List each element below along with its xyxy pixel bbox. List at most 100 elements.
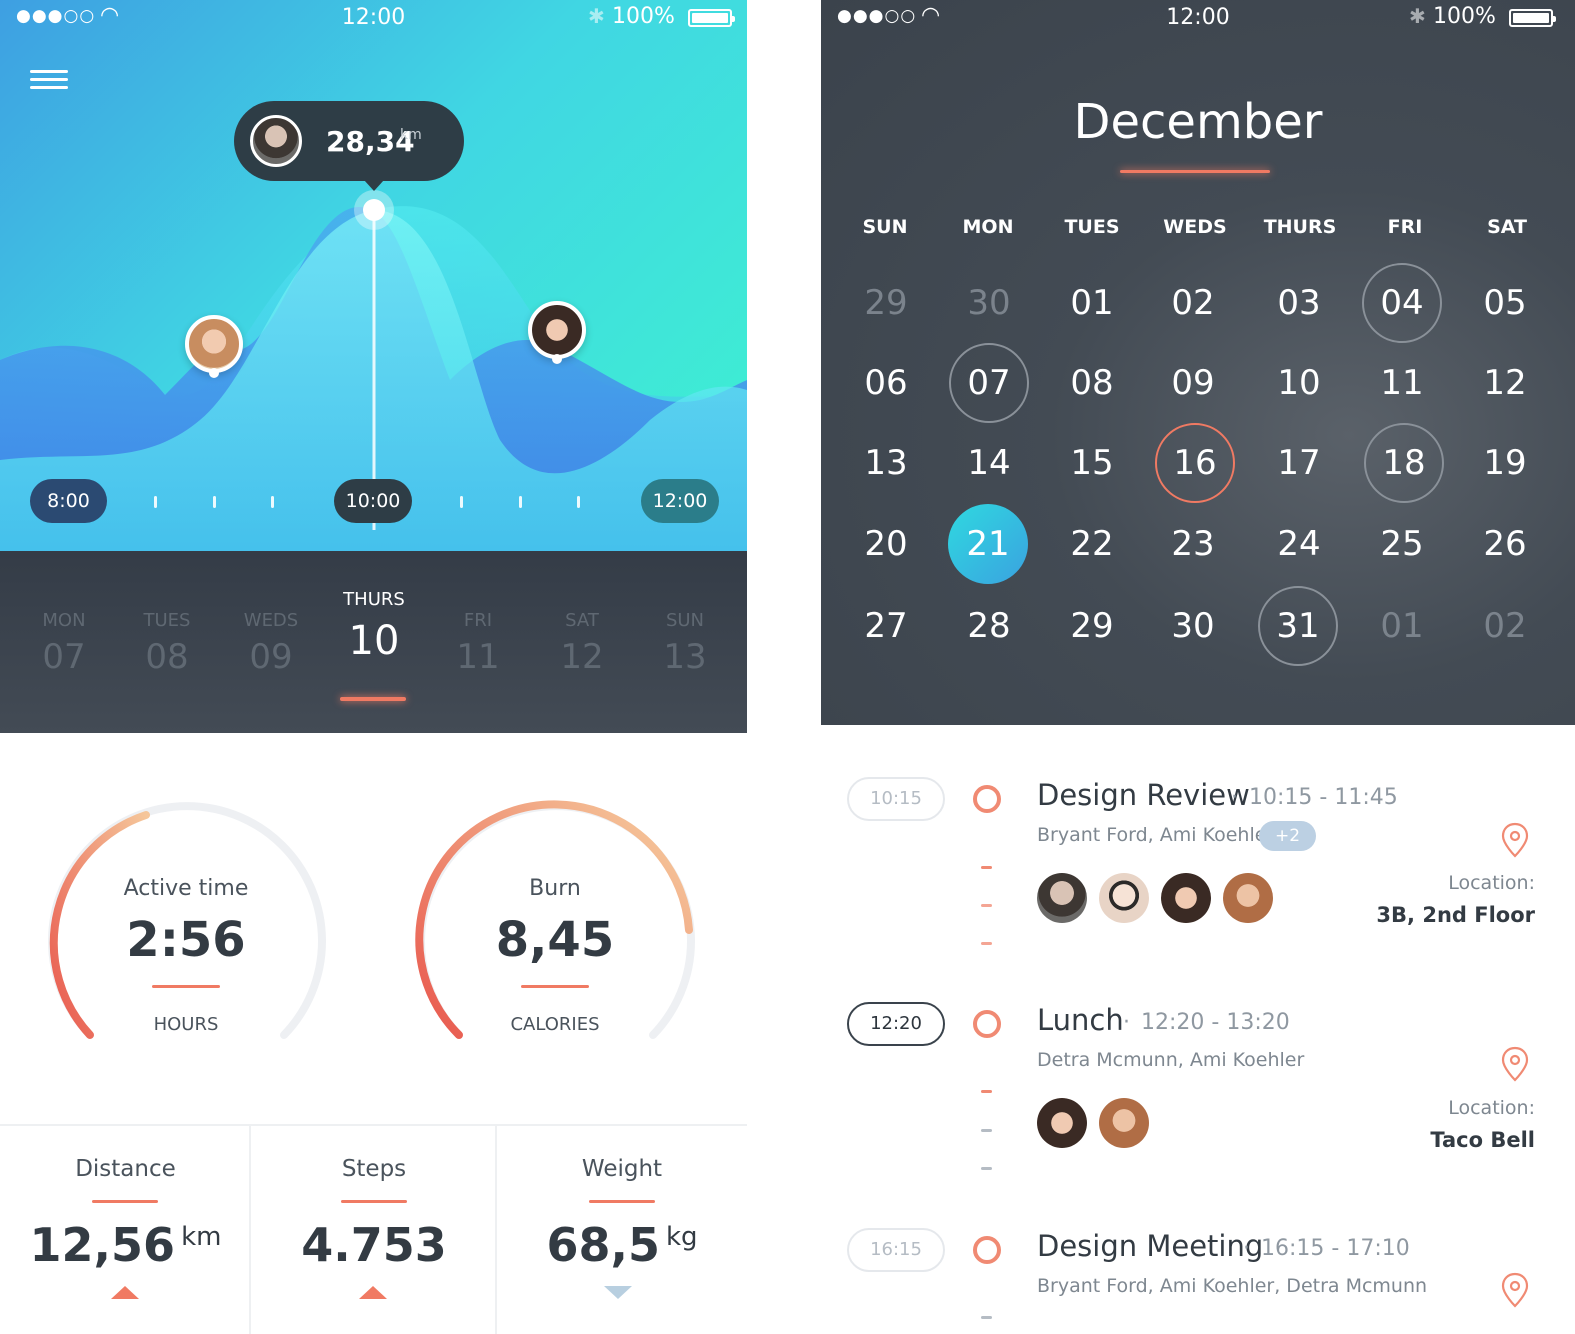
avatar[interactable]	[1037, 1098, 1087, 1148]
event-time-pill[interactable]: 16:15	[847, 1228, 945, 1272]
calendar-day-with-event[interactable]: 07	[949, 343, 1029, 423]
weight-stat[interactable]: Weight 68,5 kg	[497, 1126, 747, 1334]
friend-avatar[interactable]	[185, 315, 243, 378]
event-title[interactable]: Design Meeting	[1037, 1229, 1263, 1263]
event-marker	[973, 1236, 1001, 1264]
timeline-tick	[271, 496, 274, 508]
day-sun[interactable]: SUN 13	[635, 610, 735, 677]
calendar-day[interactable]: 01	[1052, 263, 1132, 343]
avatar[interactable]	[1099, 873, 1149, 923]
time-pill-current[interactable]: 10:00	[334, 479, 412, 523]
calendar-day[interactable]: 03	[1259, 263, 1339, 343]
calendar-day[interactable]: 22	[1052, 504, 1132, 584]
calendar-day[interactable]: 10	[1259, 343, 1339, 423]
day-name: THURS	[343, 589, 405, 610]
calendar-day[interactable]: 12	[1465, 343, 1545, 423]
event-time-pill[interactable]: 10:15	[847, 777, 945, 821]
calendar-panel: ●●●○○ ◠ 12:00 ✱ 100% December SUN MON TU…	[821, 0, 1575, 725]
calendar-day[interactable]: 17	[1259, 423, 1339, 503]
location-pin-icon[interactable]	[1501, 1272, 1529, 1308]
more-attendees-badge[interactable]: +2	[1259, 821, 1317, 851]
event-marker	[973, 1010, 1001, 1038]
location-pin-icon[interactable]	[1501, 1046, 1529, 1082]
day-number: 09	[249, 637, 293, 677]
calendar-day-with-event[interactable]: 18	[1364, 423, 1444, 503]
month-underline	[1120, 170, 1270, 173]
calendar-day[interactable]: 29	[1052, 586, 1132, 666]
day-fri[interactable]: FRI 11	[428, 610, 528, 677]
avatar[interactable]	[1223, 873, 1273, 923]
location-label: Location:	[1448, 1097, 1535, 1119]
timeline-dash	[981, 942, 992, 945]
calendar-day[interactable]: 08	[1052, 343, 1132, 423]
event-time-range: 12:20 - 13:20	[1141, 1010, 1290, 1035]
calendar-day[interactable]: 20	[846, 504, 926, 584]
selected-day-indicator	[340, 697, 406, 701]
steps-stat[interactable]: Steps 4.753	[251, 1126, 497, 1334]
gauge-divider	[152, 985, 220, 988]
event-time-pill[interactable]: 12:20	[847, 1002, 945, 1046]
calendar-day[interactable]: 27	[846, 586, 926, 666]
calendar-day[interactable]: 02	[1153, 263, 1233, 343]
distance-stat[interactable]: Distance 12,56 km	[0, 1126, 251, 1334]
calendar-day[interactable]: 13	[846, 423, 926, 503]
avatar[interactable]	[1037, 873, 1087, 923]
calendar-day[interactable]: 15	[1052, 423, 1132, 503]
calendar-day-outside[interactable]: 30	[949, 263, 1029, 343]
avatar[interactable]	[1099, 1098, 1149, 1148]
time-pill-end[interactable]: 12:00	[641, 479, 719, 523]
day-number: 12	[560, 637, 604, 677]
event-title[interactable]: Lunch	[1037, 1003, 1124, 1037]
calendar-day[interactable]: 05	[1465, 263, 1545, 343]
day-mon[interactable]: MON 07	[14, 610, 114, 677]
event-title[interactable]: Design Review	[1037, 778, 1250, 812]
calendar-day-with-event[interactable]: 31	[1258, 586, 1338, 666]
calendar-day[interactable]: 11	[1362, 343, 1442, 423]
timeline-tick	[213, 496, 216, 508]
calendar-day-with-event[interactable]: 04	[1362, 263, 1442, 343]
day-number: 13	[663, 637, 707, 677]
calendar-day[interactable]: 26	[1465, 504, 1545, 584]
attendee-avatars	[1037, 873, 1285, 923]
gauge-unit: HOURS	[153, 1014, 219, 1035]
timeline-tick	[577, 496, 580, 508]
calendar-day[interactable]: 28	[949, 586, 1029, 666]
day-tues[interactable]: TUES 08	[117, 610, 217, 677]
menu-icon[interactable]	[30, 70, 68, 90]
gauge-label: Active time	[123, 876, 249, 901]
day-thurs[interactable]: THURS 10	[324, 589, 424, 664]
friend-avatar[interactable]	[528, 301, 586, 364]
calendar-day[interactable]: 30	[1153, 586, 1233, 666]
calendar-day[interactable]: 25	[1362, 504, 1442, 584]
trend-down-icon	[604, 1286, 632, 1299]
location-value: 3B, 2nd Floor	[1376, 903, 1535, 927]
calendar-day[interactable]: 06	[846, 343, 926, 423]
month-title[interactable]: December	[821, 94, 1575, 150]
status-bar: ●●●○○ ◠ 12:00 ✱ 100%	[821, 0, 1575, 36]
attendee-avatars	[1037, 1098, 1161, 1148]
stat-unit: kg	[665, 1221, 698, 1252]
timeline-tick	[460, 496, 463, 508]
calendar-day[interactable]: 14	[949, 423, 1029, 503]
day-sat[interactable]: SAT 12	[532, 610, 632, 677]
gauge-label: Burn	[529, 876, 581, 901]
battery-icon	[688, 9, 735, 27]
calendar-day[interactable]: 23	[1153, 504, 1233, 584]
avatar[interactable]	[1161, 873, 1211, 923]
calendar-day[interactable]: 19	[1465, 423, 1545, 503]
calendar-day-outside[interactable]: 29	[846, 263, 926, 343]
location-pin-icon[interactable]	[1501, 822, 1529, 858]
calendar-day-outside[interactable]: 02	[1465, 586, 1545, 666]
calendar-day[interactable]: 09	[1153, 343, 1233, 423]
calendar-day-today[interactable]: 16	[1155, 423, 1235, 503]
calendar-day-outside[interactable]: 01	[1362, 586, 1442, 666]
trend-up-icon	[359, 1286, 387, 1299]
weekday-header: TUES	[1064, 216, 1120, 238]
location-label: Location:	[1448, 872, 1535, 894]
day-weds[interactable]: WEDS 09	[221, 610, 321, 677]
burn-gauge: Burn 8,45 CALORIES	[405, 790, 705, 1070]
calendar-day-selected[interactable]: 21	[948, 504, 1028, 584]
calendar-day[interactable]: 24	[1259, 504, 1339, 584]
fitness-app-screen: ●●●○○ ◠ 12:00 ✱ 100% 28,34 km 8:00 10:00…	[0, 0, 747, 1334]
time-pill-start[interactable]: 8:00	[30, 479, 107, 523]
